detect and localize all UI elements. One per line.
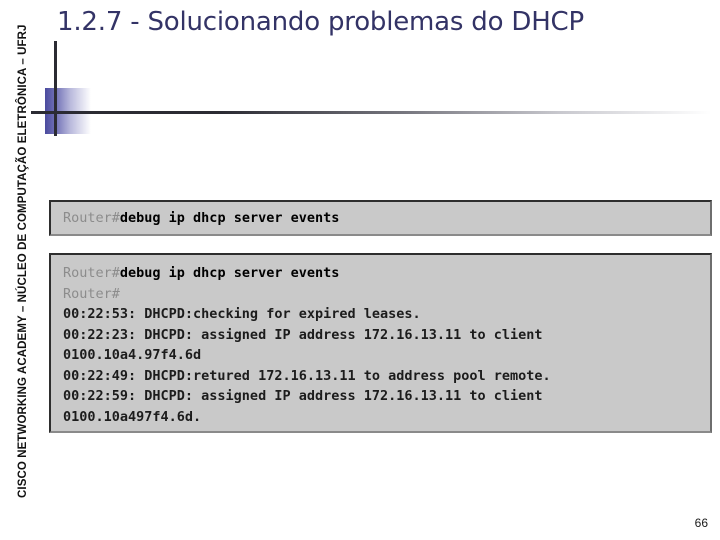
terminal-line: 00:22:53: DHCPD:checking for expired lea… [63,304,702,325]
terminal-prompt: Router# [63,209,120,226]
page-title: 1.2.7 - Solucionando problemas do DHCP [57,7,584,37]
page-number: 66 [694,516,708,530]
sidebar-label-text: CISCO NETWORKING ACADEMY – NÚCLEO DE COM… [17,24,29,498]
terminal-line: 00:22:23: DHCPD: assigned IP address 172… [63,325,702,346]
terminal-line: 00:22:49: DHCPD:retured 172.16.13.11 to … [63,366,702,387]
sidebar-vertical-label: CISCO NETWORKING ACADEMY – NÚCLEO DE COM… [0,0,29,500]
terminal-output-text: 00:22:59: DHCPD: assigned IP address 172… [63,388,543,404]
vertical-rule-icon [54,41,57,136]
terminal-line: Router#debug ip dhcp server events [63,263,702,284]
terminal-output-box: Router#debug ip dhcp server events Route… [49,253,712,433]
terminal-output-text: 0100.10a497f4.6d. [63,408,202,425]
terminal-command-text: debug ip dhcp server events [119,209,340,226]
terminal-command-box: Router#debug ip dhcp server events [49,200,712,236]
horizontal-rule-icon [31,111,711,114]
accent-gradient-block-icon [45,88,91,134]
terminal-prompt: Router# [63,265,120,281]
terminal-line: 0100.10a4.97f4.6d [63,345,702,366]
terminal-line: 00:22:59: DHCPD: assigned IP address 172… [63,386,702,407]
terminal-output-text: 00:22:23: DHCPD: assigned IP address 172… [63,326,543,343]
terminal-prompt: Router# [63,285,120,302]
terminal-output-text: 00:22:49: DHCPD:retured 172.16.13.11 to … [63,367,551,384]
terminal-line: Router#debug ip dhcp server events [63,208,339,229]
terminal-output-text: 00:22:53: DHCPD:checking for expired lea… [63,306,421,322]
terminal-line: 0100.10a497f4.6d. [63,407,702,428]
terminal-command-text: debug ip dhcp server events [119,265,340,281]
terminal-line: Router# [63,284,702,305]
terminal-output-text: 0100.10a4.97f4.6d [63,347,202,363]
